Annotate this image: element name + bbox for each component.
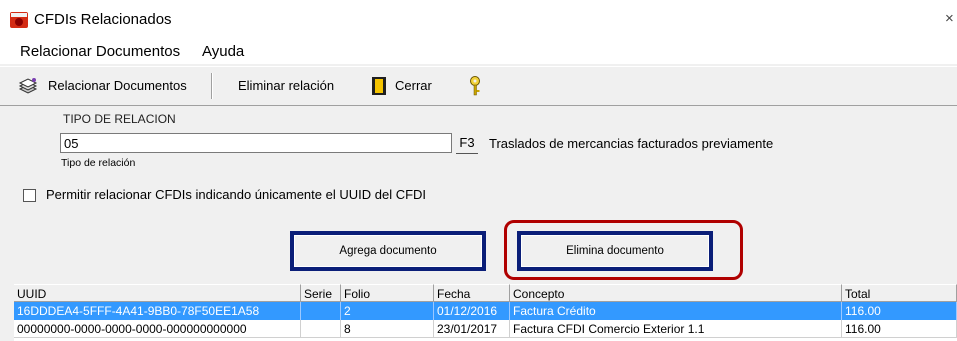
menu-bar: Relacionar Documentos Ayuda	[0, 38, 957, 64]
cell-total: 116.00	[842, 320, 957, 338]
column-header-uuid[interactable]: UUID	[14, 284, 301, 302]
tipo-relacion-group-label: TIPO DE RELACION	[63, 112, 176, 126]
cell-serie	[301, 320, 341, 338]
relacionar-documentos-label: Relacionar Documentos	[48, 78, 187, 93]
cerrar-label: Cerrar	[395, 78, 432, 93]
column-header-fecha[interactable]: Fecha	[434, 284, 510, 302]
menu-relacionar-documentos[interactable]: Relacionar Documentos	[20, 43, 180, 60]
table-row[interactable]: 16DDDEA4-5FFF-4A41-9BB0-78F50EE1A58 2 01…	[14, 302, 957, 320]
eliminar-relacion-button[interactable]: Eliminar relación	[238, 75, 334, 97]
toolbar: Relacionar Documentos Eliminar relación …	[0, 66, 957, 106]
close-icon[interactable]: ×	[945, 10, 954, 27]
cell-concepto: Factura Crédito	[510, 302, 842, 320]
tipo-relacion-caption: Tipo de relación	[61, 157, 136, 169]
window-title: CFDIs Relacionados	[34, 11, 172, 28]
cell-uuid: 00000000-0000-0000-0000-000000000000	[14, 320, 301, 338]
column-header-folio[interactable]: Folio	[341, 284, 434, 302]
agrega-documento-label: Agrega documento	[294, 235, 482, 267]
agrega-documento-button[interactable]: Agrega documento	[290, 231, 486, 271]
cell-folio: 8	[341, 320, 434, 338]
cell-total: 116.00	[842, 302, 957, 320]
table-row[interactable]: 00000000-0000-0000-0000-000000000000 8 2…	[14, 320, 957, 338]
cell-serie	[301, 302, 341, 320]
uuid-only-checkbox[interactable]	[23, 189, 36, 202]
key-help-icon[interactable]	[468, 75, 482, 97]
tipo-relacion-input[interactable]: 05	[60, 133, 452, 153]
menu-ayuda[interactable]: Ayuda	[202, 43, 244, 60]
app-icon	[10, 12, 28, 28]
f3-lookup-button[interactable]: F3	[456, 133, 478, 154]
cell-concepto: Factura CFDI Comercio Exterior 1.1	[510, 320, 842, 338]
column-header-serie[interactable]: Serie	[301, 284, 341, 302]
toolbar-separator	[211, 73, 213, 99]
cell-folio: 2	[341, 302, 434, 320]
tipo-relacion-description: Traslados de mercancias facturados previ…	[489, 136, 774, 151]
column-header-total[interactable]: Total	[842, 284, 957, 302]
cell-uuid: 16DDDEA4-5FFF-4A41-9BB0-78F50EE1A58	[14, 302, 301, 320]
stack-documents-icon	[18, 78, 38, 94]
cell-fecha: 23/01/2017	[434, 320, 510, 338]
documents-table: UUID Serie Folio Fecha Concepto Total 16…	[14, 284, 957, 341]
uuid-only-label[interactable]: Permitir relacionar CFDIs indicando únic…	[46, 187, 426, 202]
door-exit-icon	[372, 77, 386, 95]
cell-fecha: 01/12/2016	[434, 302, 510, 320]
column-header-concepto[interactable]: Concepto	[510, 284, 842, 302]
table-header-row: UUID Serie Folio Fecha Concepto Total	[14, 284, 957, 302]
title-bar: CFDIs Relacionados ×	[0, 0, 957, 38]
highlight-annotation	[504, 220, 743, 280]
